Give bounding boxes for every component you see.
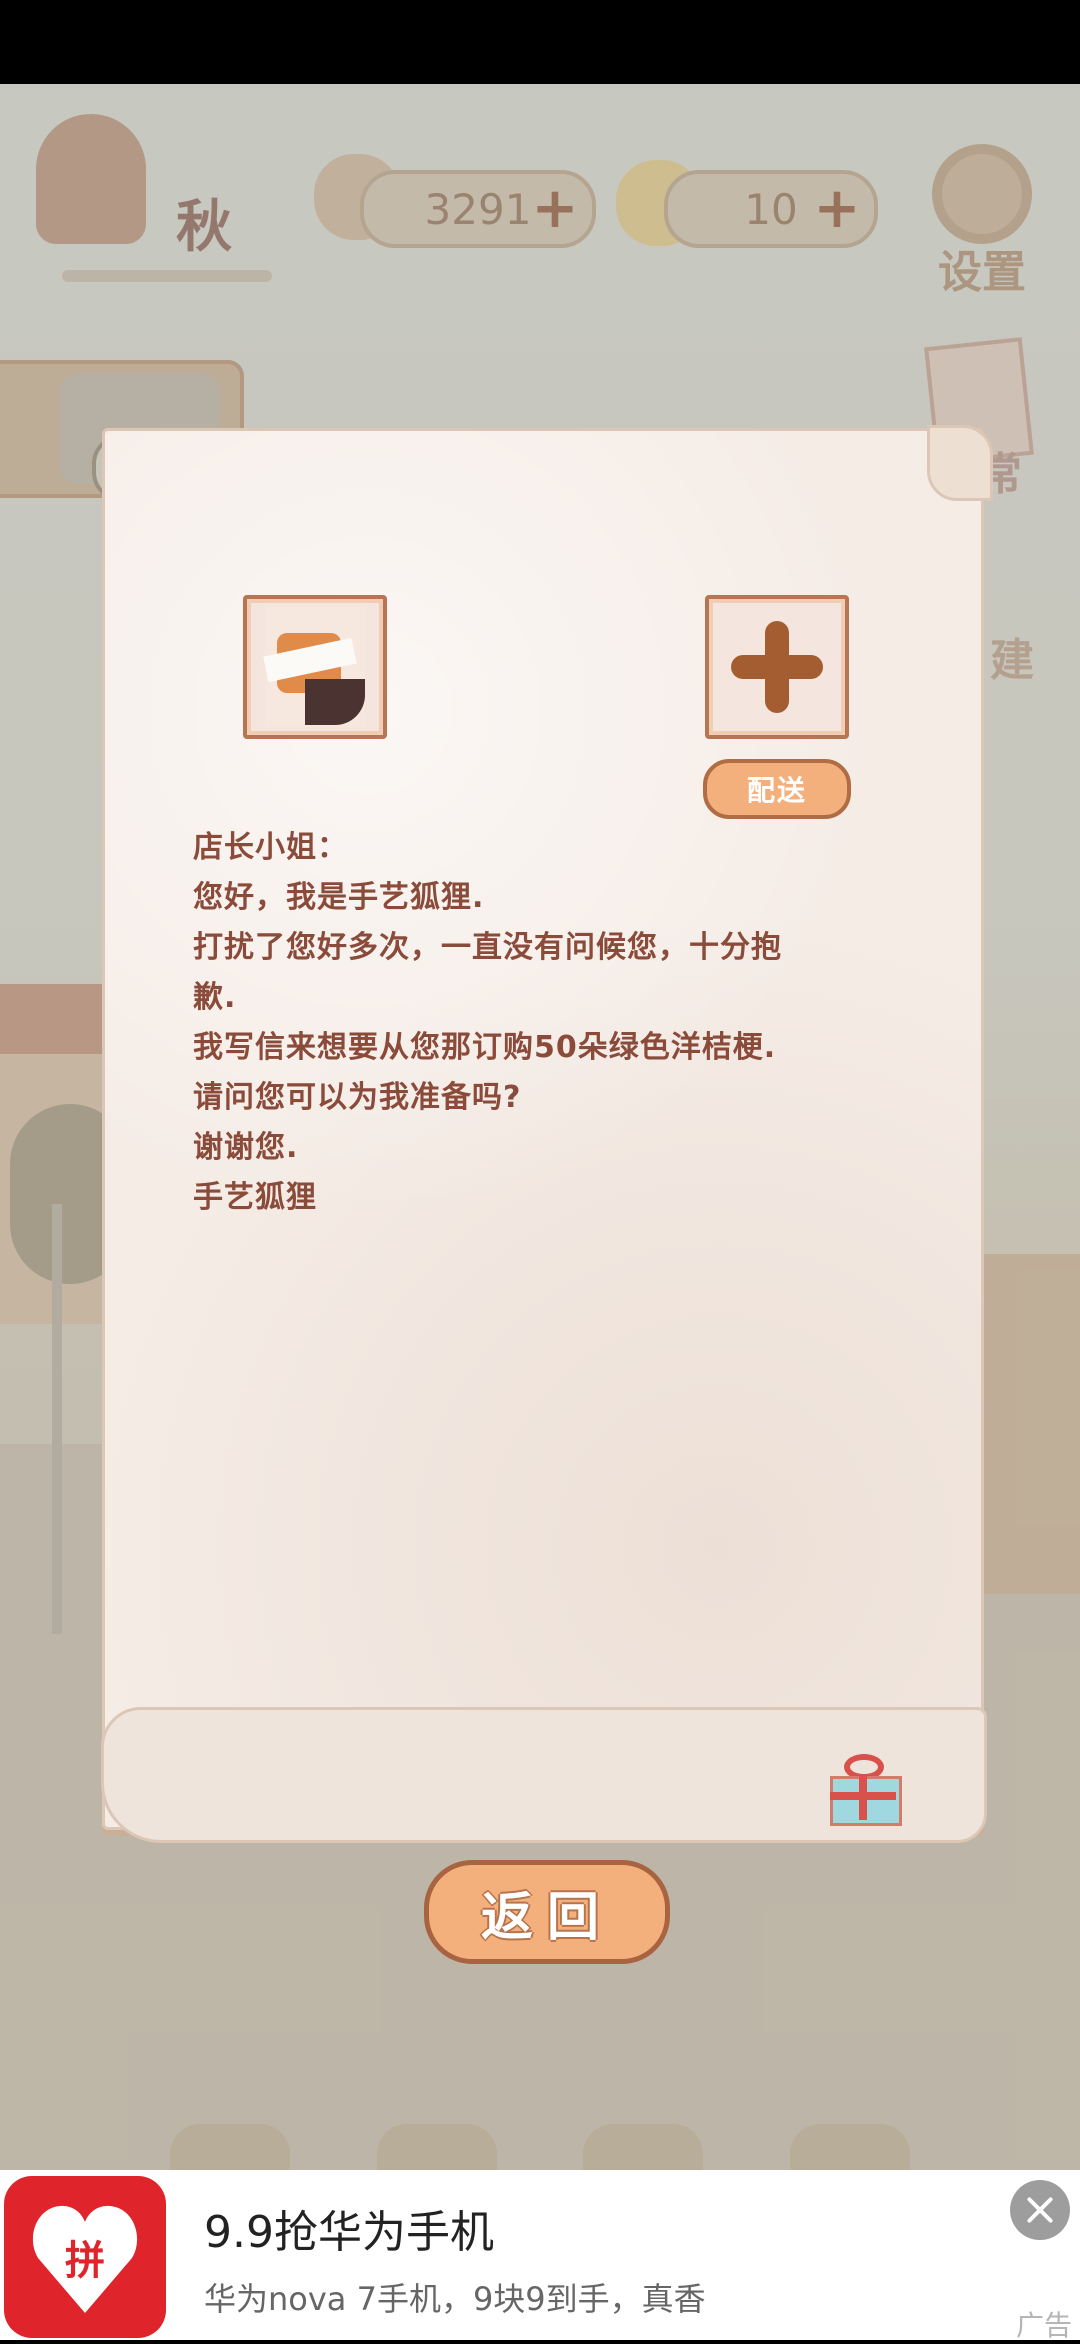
letter-line: 我写信来想要从您那订购50朵绿色洋桔梗.: [193, 1030, 777, 1065]
return-button[interactable]: 返回: [424, 1860, 670, 1964]
order-letter: 配送 店长小姐： 您好，我是手艺狐狸. 打扰了您好多次，一直没有问候您，十分抱 …: [101, 425, 993, 1843]
plus-icon-bar: [731, 655, 823, 679]
gift-ribbon-h: [830, 1792, 896, 1800]
deliver-button[interactable]: 配送: [703, 759, 851, 819]
customer-portrait-slot: [243, 595, 387, 739]
logo-text: 拼: [65, 2238, 105, 2284]
ad-subtitle: 华为nova 7手机，9块9到手，真香: [204, 2280, 706, 2318]
ad-title: 9.9抢华为手机: [204, 2207, 494, 2258]
ad-tag: 广告: [1015, 2309, 1072, 2342]
letter-text: 店长小姐： 您好，我是手艺狐狸. 打扰了您好多次，一直没有问候您，十分抱 歉. …: [193, 823, 893, 1223]
letter-line: 您好，我是手艺狐狸.: [193, 880, 485, 915]
ad-banner[interactable]: 拼 9.9抢华为手机 华为nova 7手机，9块9到手，真香: [0, 2170, 1080, 2340]
letter-line: 店长小姐：: [193, 830, 348, 865]
add-item-slot[interactable]: [705, 595, 849, 739]
letter-line: 歉.: [193, 980, 237, 1015]
close-icon: [1010, 2180, 1070, 2240]
ad-close-button[interactable]: [1010, 2180, 1070, 2240]
pinduoduo-logo-icon: 拼: [4, 2176, 166, 2338]
letter-line: 谢谢您.: [193, 1130, 299, 1165]
gift-icon[interactable]: [826, 1750, 902, 1826]
letter-line: 打扰了您好多次，一直没有问候您，十分抱: [193, 930, 782, 965]
letter-line: 手艺狐狸: [193, 1180, 317, 1215]
paper-curl: [927, 425, 993, 501]
letter-line: 请问您可以为我准备吗?: [193, 1080, 522, 1115]
